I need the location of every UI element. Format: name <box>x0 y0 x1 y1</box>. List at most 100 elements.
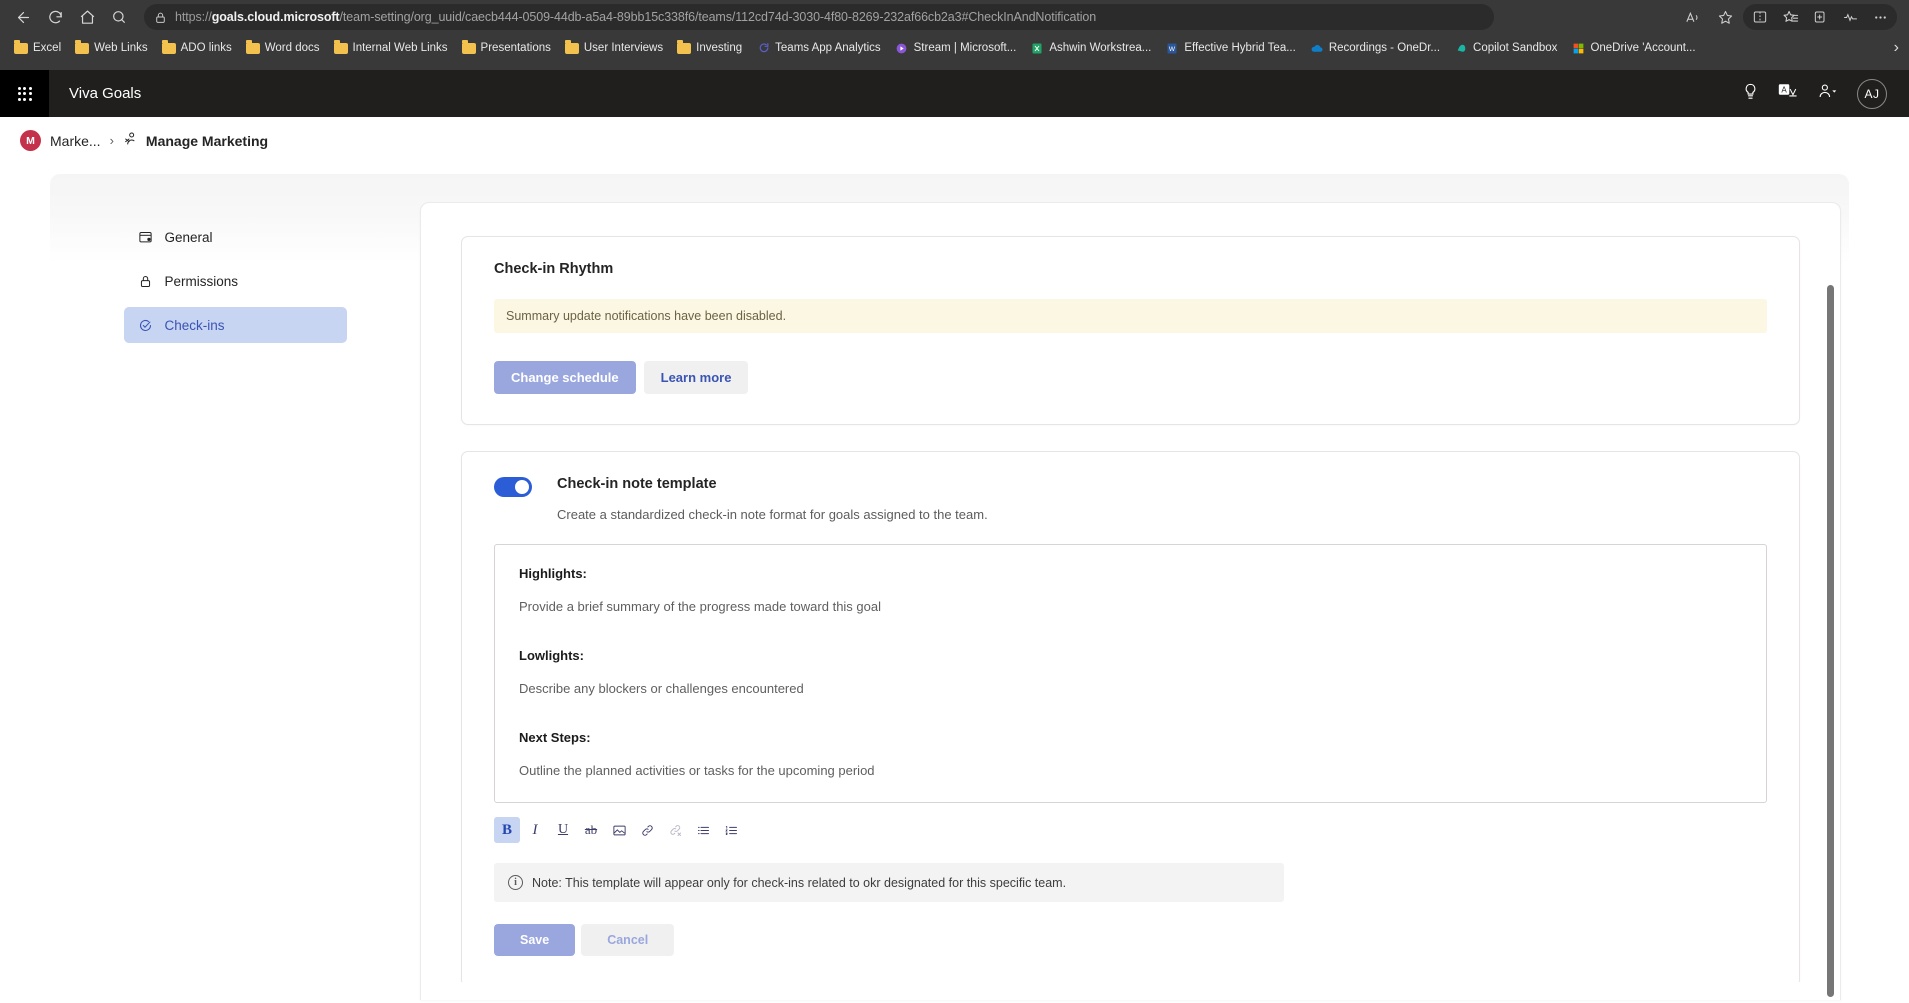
bookmark-label: OneDrive 'Account... <box>1590 42 1696 54</box>
bookmark-item[interactable]: Web Links <box>69 38 153 58</box>
bold-icon[interactable]: B <box>494 817 520 843</box>
strikethrough-icon[interactable]: ab <box>578 817 604 843</box>
add-favorite-icon[interactable] <box>1710 4 1740 30</box>
cancel-button[interactable]: Cancel <box>581 924 675 956</box>
breadcrumb-current: Manage Marketing <box>123 131 268 150</box>
browser-essentials-group <box>1743 4 1897 30</box>
editor-toolbar: B I U ab <box>494 817 1767 843</box>
numbered-list-icon[interactable] <box>718 817 744 843</box>
team-initial: M <box>26 134 35 147</box>
bookmark-item[interactable]: Ashwin Workstrea... <box>1024 38 1157 58</box>
bulleted-list-icon[interactable] <box>690 817 716 843</box>
editor-section-body: Describe any blockers or challenges enco… <box>519 681 804 696</box>
translate-icon[interactable]: A <box>1778 82 1799 106</box>
support-person-icon[interactable] <box>1817 82 1839 106</box>
app-header-actions: A AJ <box>1741 78 1909 109</box>
bookmark-label: ADO links <box>180 42 232 54</box>
editor-section-body: Provide a brief summary of the progress … <box>519 599 882 614</box>
address-bar[interactable]: https://goals.cloud.microsoft/team-setti… <box>144 4 1494 30</box>
check-in-rhythm-card: Check-in Rhythm Summary update notificat… <box>461 236 1800 425</box>
bookmark-item[interactable]: Excel <box>8 38 67 58</box>
template-toggle-label: Check-in note template <box>557 476 717 492</box>
read-aloud-icon[interactable] <box>1677 4 1707 30</box>
bookmark-item[interactable]: Copilot Sandbox <box>1448 38 1563 58</box>
change-schedule-button[interactable]: Change schedule <box>494 361 636 394</box>
bookmark-item[interactable]: Internal Web Links <box>328 38 454 58</box>
check-in-note-template-card: Check-in note template Create a standard… <box>461 451 1800 987</box>
check-circle-icon <box>138 317 154 333</box>
bookmark-item[interactable]: Investing <box>671 38 748 58</box>
bookmark-label: Recordings - OneDr... <box>1328 42 1441 54</box>
template-toggle-description: Create a standardized check-in note form… <box>557 507 988 522</box>
lock-icon <box>138 273 154 289</box>
italic-icon[interactable]: I <box>522 817 548 843</box>
browser-essentials-icon[interactable] <box>1835 4 1865 30</box>
bookmark-item[interactable]: Presentations <box>456 38 557 58</box>
collections-icon[interactable] <box>1805 4 1835 30</box>
underline-icon[interactable]: U <box>550 817 576 843</box>
app-launcher-icon[interactable] <box>0 70 49 117</box>
refresh-icon[interactable] <box>40 4 70 30</box>
teams-icon <box>756 41 770 55</box>
app-title: Viva Goals <box>69 85 142 102</box>
team-settings-icon <box>123 131 139 150</box>
team-avatar: M <box>20 130 41 151</box>
browser-nav-row: https://goals.cloud.microsoft/team-setti… <box>0 0 1909 34</box>
bookmarks-bar: Excel Web Links ADO links Word docs Inte… <box>0 34 1909 62</box>
link-icon[interactable] <box>634 817 660 843</box>
breadcrumb-separator: › <box>109 133 114 148</box>
bookmark-label: Copilot Sandbox <box>1473 42 1558 54</box>
settings-more-icon[interactable] <box>1865 4 1895 30</box>
folder-icon <box>677 40 692 55</box>
bookmark-label: Teams App Analytics <box>775 42 881 54</box>
bookmark-item[interactable]: W Effective Hybrid Tea... <box>1159 38 1301 58</box>
template-note: i Note: This template will appear only f… <box>494 863 1284 902</box>
breadcrumb-team-link[interactable]: Marke... <box>50 133 101 149</box>
address-bar-url: https://goals.cloud.microsoft/team-setti… <box>175 10 1097 24</box>
idea-lightbulb-icon[interactable] <box>1741 82 1760 106</box>
avatar-initials: AJ <box>1864 86 1880 101</box>
bookmark-item[interactable]: OneDrive 'Account... <box>1565 38 1701 58</box>
breadcrumb-current-label: Manage Marketing <box>145 132 269 149</box>
app-header: Viva Goals A AJ <box>0 70 1909 117</box>
sidebar-item-label: Permissions <box>164 273 239 289</box>
bookmark-label: Presentations <box>480 42 551 54</box>
unlink-icon <box>662 817 688 843</box>
windows-icon <box>1571 41 1585 55</box>
bookmark-item[interactable]: ADO links <box>156 38 238 58</box>
favorites-icon[interactable] <box>1775 4 1805 30</box>
folder-icon <box>461 40 476 55</box>
sidebar-item-permissions[interactable]: Permissions <box>124 263 347 299</box>
back-arrow-icon[interactable] <box>8 4 38 30</box>
check-in-note-template-toggle[interactable] <box>494 477 532 497</box>
home-icon[interactable] <box>72 4 102 30</box>
sidebar-item-check-ins[interactable]: Check-ins <box>123 307 347 343</box>
learn-more-button[interactable]: Learn more <box>643 361 749 394</box>
browser-chrome: https://goals.cloud.microsoft/team-setti… <box>0 0 1909 70</box>
settings-scroll-region: Check-in Rhythm Summary update notificat… <box>421 203 1840 1000</box>
bookmark-label: Ashwin Workstrea... <box>1049 42 1152 54</box>
avatar[interactable]: AJ <box>1857 78 1887 109</box>
bookmark-item[interactable]: Stream | Microsoft... <box>889 38 1023 58</box>
split-screen-icon[interactable] <box>1745 4 1775 30</box>
bookmark-item[interactable]: User Interviews <box>559 38 669 58</box>
bookmarks-overflow-chevron-icon[interactable]: › <box>1888 34 1905 62</box>
panel-bottom-fade <box>421 982 1840 1000</box>
bookmark-item[interactable]: Word docs <box>240 38 326 58</box>
search-icon[interactable] <box>104 4 134 30</box>
content-scrollbar-thumb[interactable] <box>1827 285 1834 997</box>
onedrive-icon <box>1310 41 1324 55</box>
breadcrumb: M Marke... › Manage Marketing <box>0 117 1909 164</box>
save-button[interactable]: Save <box>494 924 576 956</box>
bookmark-label: Web Links <box>94 42 148 54</box>
bookmark-item[interactable]: Teams App Analytics <box>750 38 886 58</box>
sidebar-item-general[interactable]: General <box>124 219 347 255</box>
folder-icon <box>161 40 176 55</box>
check-in-note-editor[interactable]: Highlights: Provide a brief summary of t… <box>494 544 1767 803</box>
folder-icon <box>564 40 579 55</box>
image-icon[interactable] <box>606 817 632 843</box>
folder-icon <box>333 40 348 55</box>
folder-icon <box>14 40 28 55</box>
editor-section-heading: Next Steps: <box>519 730 591 745</box>
bookmark-item[interactable]: Recordings - OneDr... <box>1304 38 1446 58</box>
